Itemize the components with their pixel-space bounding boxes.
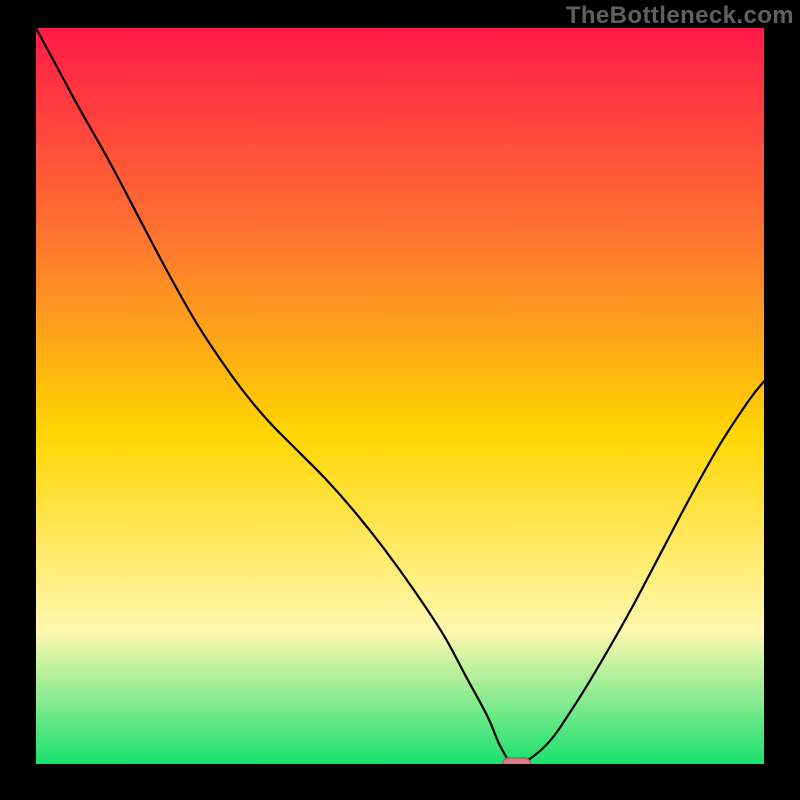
optimal-point-marker: [502, 758, 530, 764]
chart-svg: [36, 28, 764, 764]
chart-frame: TheBottleneck.com: [0, 0, 800, 800]
gradient-background: [36, 28, 764, 764]
plot-area: [36, 28, 764, 764]
watermark-text: TheBottleneck.com: [566, 2, 794, 30]
